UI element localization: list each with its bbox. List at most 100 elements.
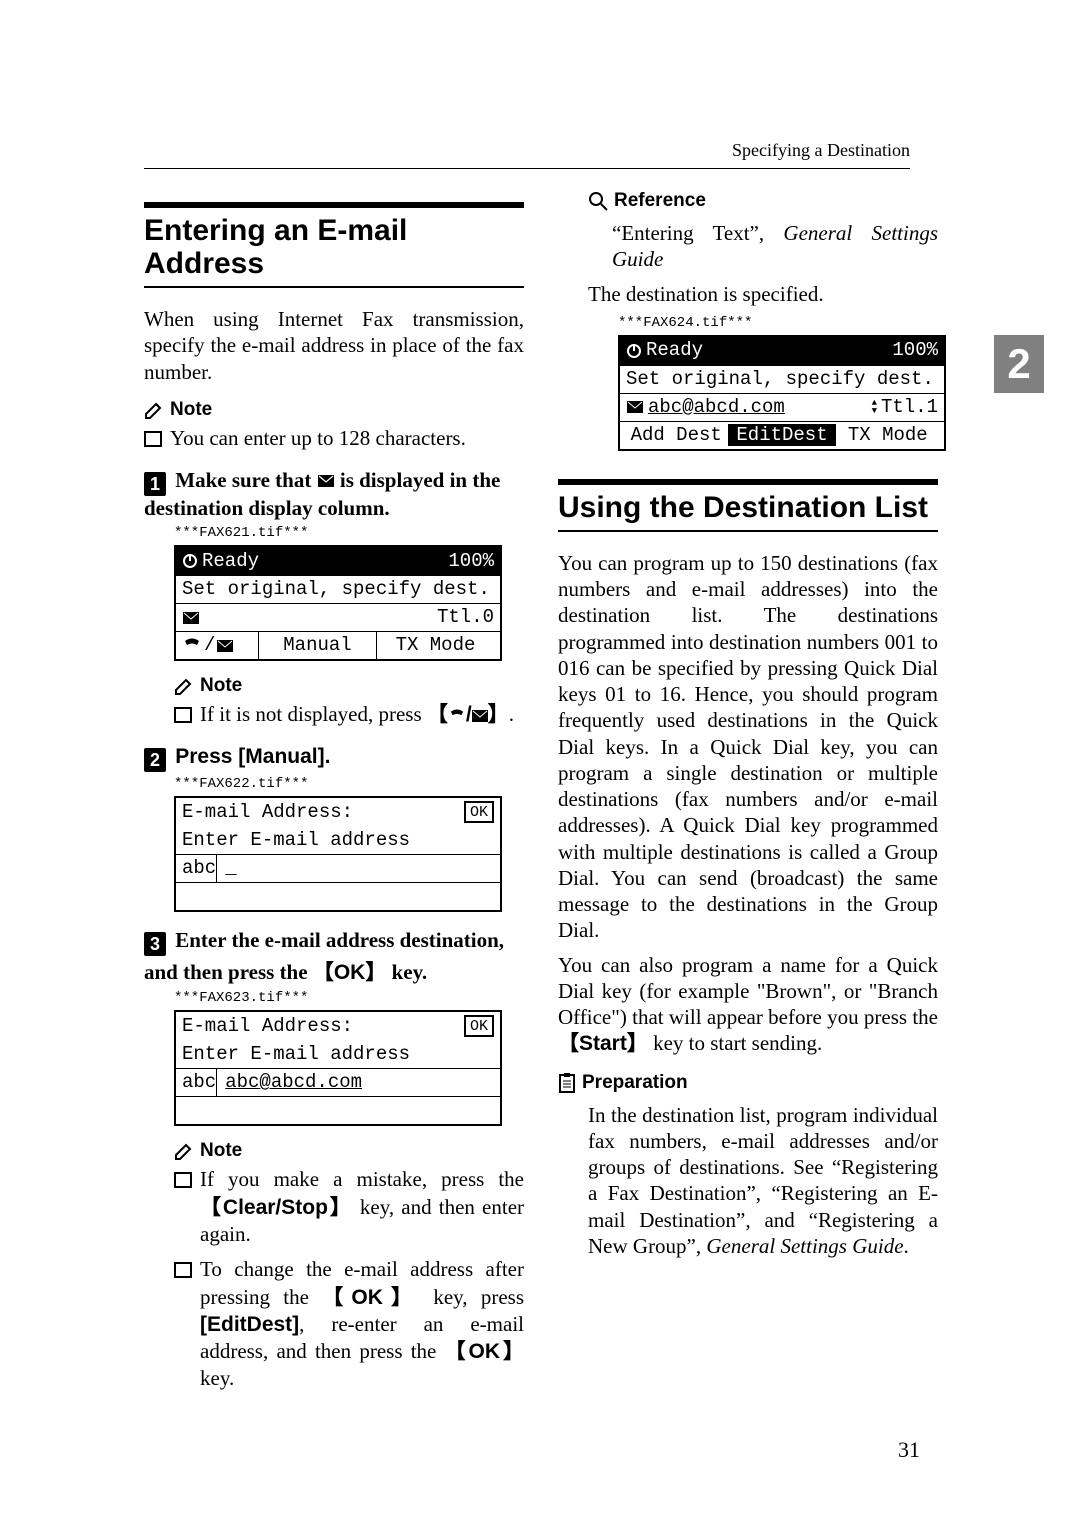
lcd1-manual: Manual bbox=[258, 632, 376, 659]
lcd2-prompt: Enter E-mail address bbox=[182, 831, 410, 850]
preparation-header: Preparation bbox=[558, 1072, 938, 1094]
lcd3-row4 bbox=[176, 1096, 500, 1124]
pencil-icon bbox=[174, 1141, 194, 1161]
heading-entering-email: Entering an E-mail Address bbox=[144, 214, 524, 280]
lcd4-txmode: TX Mode bbox=[836, 426, 940, 445]
ok-key: OK bbox=[313, 961, 387, 984]
note3-item1: If you make a mistake, press the Clear/S… bbox=[174, 1166, 524, 1248]
lcd-screen-2: E-mail Address: OK Enter E-mail address … bbox=[174, 796, 502, 912]
lcd1-total: Ttl.0 bbox=[437, 608, 494, 627]
dest-spec-text: The destination is specified. bbox=[588, 281, 938, 307]
note1-item: You can enter up to 128 characters. bbox=[144, 425, 524, 452]
lcd2-row2: Enter E-mail address bbox=[176, 826, 500, 854]
step-3: 3 Enter the e-mail address destination, … bbox=[144, 928, 524, 986]
lcd4-message: Set original, specify dest. bbox=[626, 370, 934, 389]
updown-icon bbox=[872, 399, 877, 415]
lcd1-ready: Ready bbox=[202, 552, 259, 571]
lcd3-row1: E-mail Address: OK bbox=[176, 1012, 500, 1040]
lcd1-txmode: TX Mode bbox=[376, 632, 494, 659]
lcd3-row3: abc abc@abcd.com bbox=[176, 1068, 500, 1096]
left-column: Entering an E-mail Address When using In… bbox=[144, 190, 524, 1401]
step3-note-block: Note If you make a mistake, press the Cl… bbox=[144, 1140, 524, 1392]
magnifier-icon bbox=[588, 191, 608, 211]
lcd3-row2: Enter E-mail address bbox=[176, 1040, 500, 1068]
lcd2-cursor: _ bbox=[216, 855, 244, 882]
reference-header: Reference bbox=[588, 190, 938, 212]
reference-text: “Entering Text”, General Settings Guide bbox=[612, 220, 938, 273]
lcd4-row2: Set original, specify dest. bbox=[620, 365, 944, 393]
lcd1-message: Set original, specify dest. bbox=[182, 580, 490, 599]
preparation-text: In the destination list, program individ… bbox=[588, 1102, 938, 1260]
heading-rule-top bbox=[144, 202, 524, 208]
p2-b: key to start sending. bbox=[648, 1031, 822, 1055]
note-list-2: If it is not displayed, press 【/】. bbox=[174, 701, 524, 728]
at-envelope-icon bbox=[182, 611, 200, 625]
lcd1-row1: Ready 100% bbox=[176, 547, 500, 575]
pencil-icon bbox=[144, 400, 164, 420]
fax621-label: ***FAX621.tif*** bbox=[174, 525, 524, 541]
power-icon bbox=[182, 553, 198, 569]
lcd4-edit-dest: EditDest bbox=[728, 424, 835, 446]
note-list-3: If you make a mistake, press the Clear/S… bbox=[174, 1166, 524, 1392]
header-rule bbox=[144, 168, 910, 169]
step-2-number: 2 bbox=[144, 748, 166, 772]
heading-dest-list: Using the Destination List bbox=[558, 491, 938, 524]
fax622-label: ***FAX622.tif*** bbox=[174, 776, 524, 792]
intro-paragraph: When using Internet Fax transmission, sp… bbox=[144, 306, 524, 385]
lcd4-address: abc@abcd.com bbox=[648, 398, 785, 417]
lcd-screen-4: Ready 100% Set original, specify dest. a… bbox=[618, 335, 946, 451]
lcd4-row1: Ready 100% bbox=[620, 337, 944, 365]
lcd2-ok-badge: OK bbox=[464, 801, 494, 823]
lcd1-row2: Set original, specify dest. bbox=[176, 575, 500, 603]
at-envelope-icon bbox=[472, 710, 488, 722]
preparation-label: Preparation bbox=[582, 1072, 688, 1094]
note2-item: If it is not displayed, press 【/】. bbox=[174, 701, 524, 728]
power-icon bbox=[626, 343, 642, 359]
heading-rule-bottom bbox=[144, 286, 524, 288]
destlist-p2: You can also program a name for a Quick … bbox=[558, 952, 938, 1058]
step-1-text-a: Make sure that bbox=[175, 468, 316, 492]
note-header-3: Note bbox=[174, 1140, 524, 1162]
lcd-screen-3: E-mail Address: OK Enter E-mail address … bbox=[174, 1010, 502, 1126]
note3-i2-b: key, press bbox=[420, 1285, 524, 1309]
step-2: 2 Press [Manual]. bbox=[144, 744, 524, 772]
note-list-1: You can enter up to 128 characters. bbox=[144, 425, 524, 452]
lcd2-title: E-mail Address: bbox=[182, 803, 353, 822]
lcd3-title: E-mail Address: bbox=[182, 1017, 353, 1036]
right-column: Reference “Entering Text”, General Setti… bbox=[558, 190, 938, 1267]
at-envelope-icon bbox=[626, 400, 644, 414]
lcd4-row3: abc@abcd.com Ttl.1 bbox=[620, 393, 944, 421]
ok-key: OK bbox=[445, 1340, 524, 1363]
lcd1-mode-toggle: / bbox=[182, 632, 258, 659]
ref-a: “Entering Text”, bbox=[612, 221, 783, 245]
phone-icon bbox=[448, 709, 466, 723]
step-1: 1 Make sure that is displayed in the des… bbox=[144, 468, 524, 521]
at-envelope-icon bbox=[317, 473, 335, 489]
chapter-tab: 2 bbox=[994, 335, 1044, 393]
reference-label: Reference bbox=[614, 190, 706, 212]
ok-key: OK bbox=[322, 1286, 420, 1309]
note-label-1: Note bbox=[170, 399, 212, 421]
lcd4-add-dest: Add Dest bbox=[624, 426, 728, 445]
note3-i2-d: key. bbox=[200, 1366, 234, 1390]
pencil-icon bbox=[174, 676, 194, 696]
page-root: Specifying a Destination 2 Entering an E… bbox=[0, 0, 1080, 1528]
prep-c: . bbox=[904, 1234, 909, 1258]
lcd-screen-1: Ready 100% Set original, specify dest. T… bbox=[174, 545, 502, 661]
lcd2-row1: E-mail Address: OK bbox=[176, 798, 500, 826]
p2-a: You can also program a name for a Quick … bbox=[558, 953, 938, 1030]
lcd4-total: Ttl.1 bbox=[881, 398, 938, 417]
note-label-3: Note bbox=[200, 1140, 242, 1162]
lcd4-ready: Ready bbox=[646, 341, 703, 360]
step-2-text: Press [Manual]. bbox=[175, 745, 330, 768]
lcd1-row3: Ttl.0 bbox=[176, 603, 500, 631]
note2-text-a: If it is not displayed, press bbox=[200, 702, 427, 726]
step1-note-block: Note If it is not displayed, press 【/】. bbox=[144, 675, 524, 728]
heading-rule-bottom-2 bbox=[558, 530, 938, 532]
prep-b: General Settings Guide bbox=[706, 1234, 903, 1258]
phone-icon bbox=[182, 638, 202, 654]
lcd1-row4: / Manual TX Mode bbox=[176, 631, 500, 659]
note-header-2: Note bbox=[174, 675, 524, 697]
fax623-label: ***FAX623.tif*** bbox=[174, 990, 524, 1006]
step-1-number: 1 bbox=[144, 472, 166, 496]
